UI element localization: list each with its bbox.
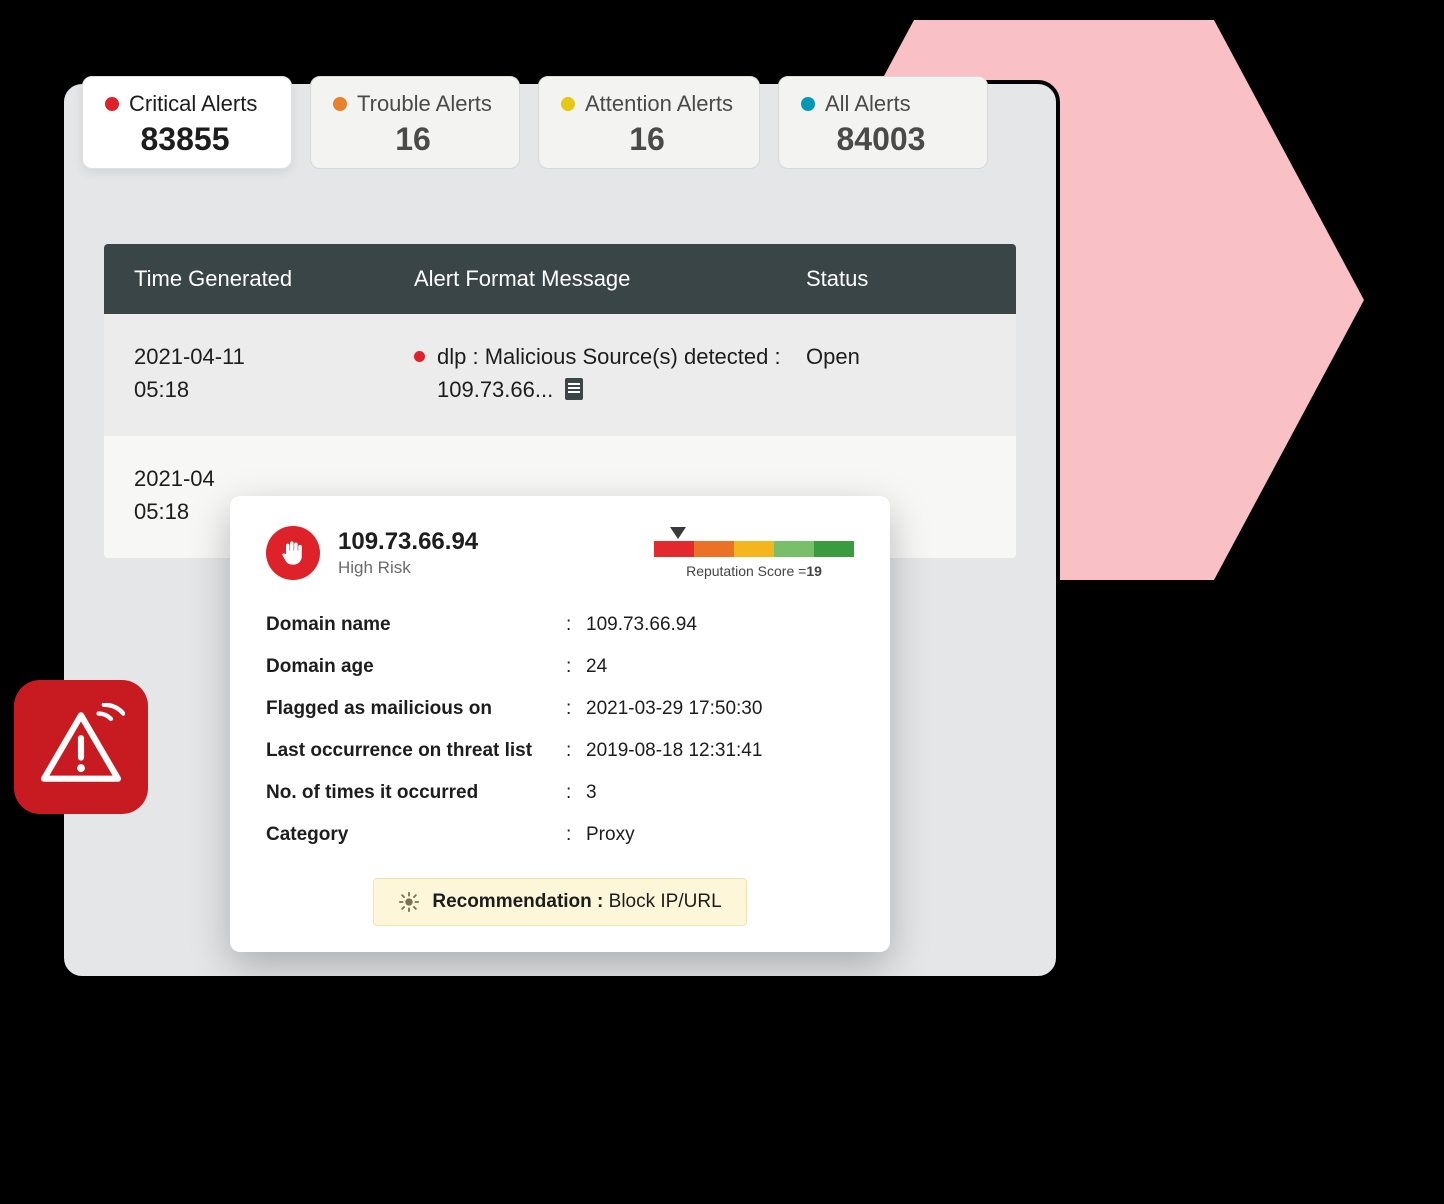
tab-dot-icon [333,97,347,111]
col-alert-message: Alert Format Message [414,266,806,292]
tab-dot-icon [105,97,119,111]
recommendation-label: Recommendation : [432,891,603,912]
field-key: Domain age [266,656,566,678]
warning-triangle-icon [37,703,125,791]
row-date: 2021-04-11 [134,340,414,373]
field-value: Proxy [586,824,854,846]
document-icon[interactable] [565,378,583,400]
score-bar-icon [654,541,854,557]
stop-hand-icon [266,526,320,580]
severity-dot-icon [414,351,425,362]
row-status: Open [806,340,986,406]
field-key: Domain name [266,614,566,636]
field-value: 2021-03-29 17:50:30 [586,698,854,720]
tab-count: 16 [561,121,733,158]
field-key: Category [266,824,566,846]
field-value: 24 [586,656,854,678]
col-time-generated: Time Generated [134,266,414,292]
tab-count: 83855 [105,121,265,158]
reputation-score: Reputation Score =19 [654,527,854,579]
tab-label: All Alerts [825,91,911,117]
detail-field: Category: Proxy [266,814,854,856]
detail-field: Last occurrence on threat list: 2019-08-… [266,730,854,772]
tab-all-alerts[interactable]: All Alerts 84003 [778,76,988,169]
tab-label: Critical Alerts [129,91,257,117]
row-message: dlp : Malicious Source(s) detected : 109… [437,344,781,402]
score-marker-icon [670,527,686,539]
detail-ip: 109.73.66.94 [338,528,478,556]
field-key: Flagged as mailicious on [266,698,566,720]
lightbulb-icon [398,891,420,913]
alert-tabs: Critical Alerts 83855 Trouble Alerts 16 … [82,76,988,169]
table-row[interactable]: 2021-04-11 05:18 dlp : Malicious Source(… [104,314,1016,436]
tab-dot-icon [561,97,575,111]
recommendation-banner: Recommendation : Block IP/URL [373,878,746,926]
detail-field: Flagged as mailicious on: 2021-03-29 17:… [266,688,854,730]
field-value: 2019-08-18 12:31:41 [586,740,854,762]
col-status: Status [806,266,986,292]
ip-detail-card: 109.73.66.94 High Risk Reputation Score … [230,496,890,952]
tab-dot-icon [801,97,815,111]
alert-badge-icon [14,680,148,814]
recommendation-value: Block IP/URL [609,891,722,912]
tab-critical-alerts[interactable]: Critical Alerts 83855 [82,76,292,169]
field-value: 109.73.66.94 [586,614,854,636]
tab-trouble-alerts[interactable]: Trouble Alerts 16 [310,76,520,169]
tab-count: 16 [333,121,493,158]
tab-label: Trouble Alerts [357,91,492,117]
reputation-label: Reputation Score = [686,563,806,579]
row-date: 2021-04 [134,462,414,495]
reputation-value: 19 [806,563,822,579]
field-key: Last occurrence on threat list [266,740,566,762]
table-header: Time Generated Alert Format Message Stat… [104,244,1016,314]
field-key: No. of times it occurred [266,782,566,804]
tab-attention-alerts[interactable]: Attention Alerts 16 [538,76,760,169]
detail-field: No. of times it occurred: 3 [266,772,854,814]
detail-field: Domain age: 24 [266,646,854,688]
detail-field: Domain name: 109.73.66.94 [266,604,854,646]
tab-count: 84003 [801,121,961,158]
row-time: 05:18 [134,373,414,406]
tab-label: Attention Alerts [585,91,733,117]
field-value: 3 [586,782,854,804]
detail-risk-label: High Risk [338,558,478,578]
